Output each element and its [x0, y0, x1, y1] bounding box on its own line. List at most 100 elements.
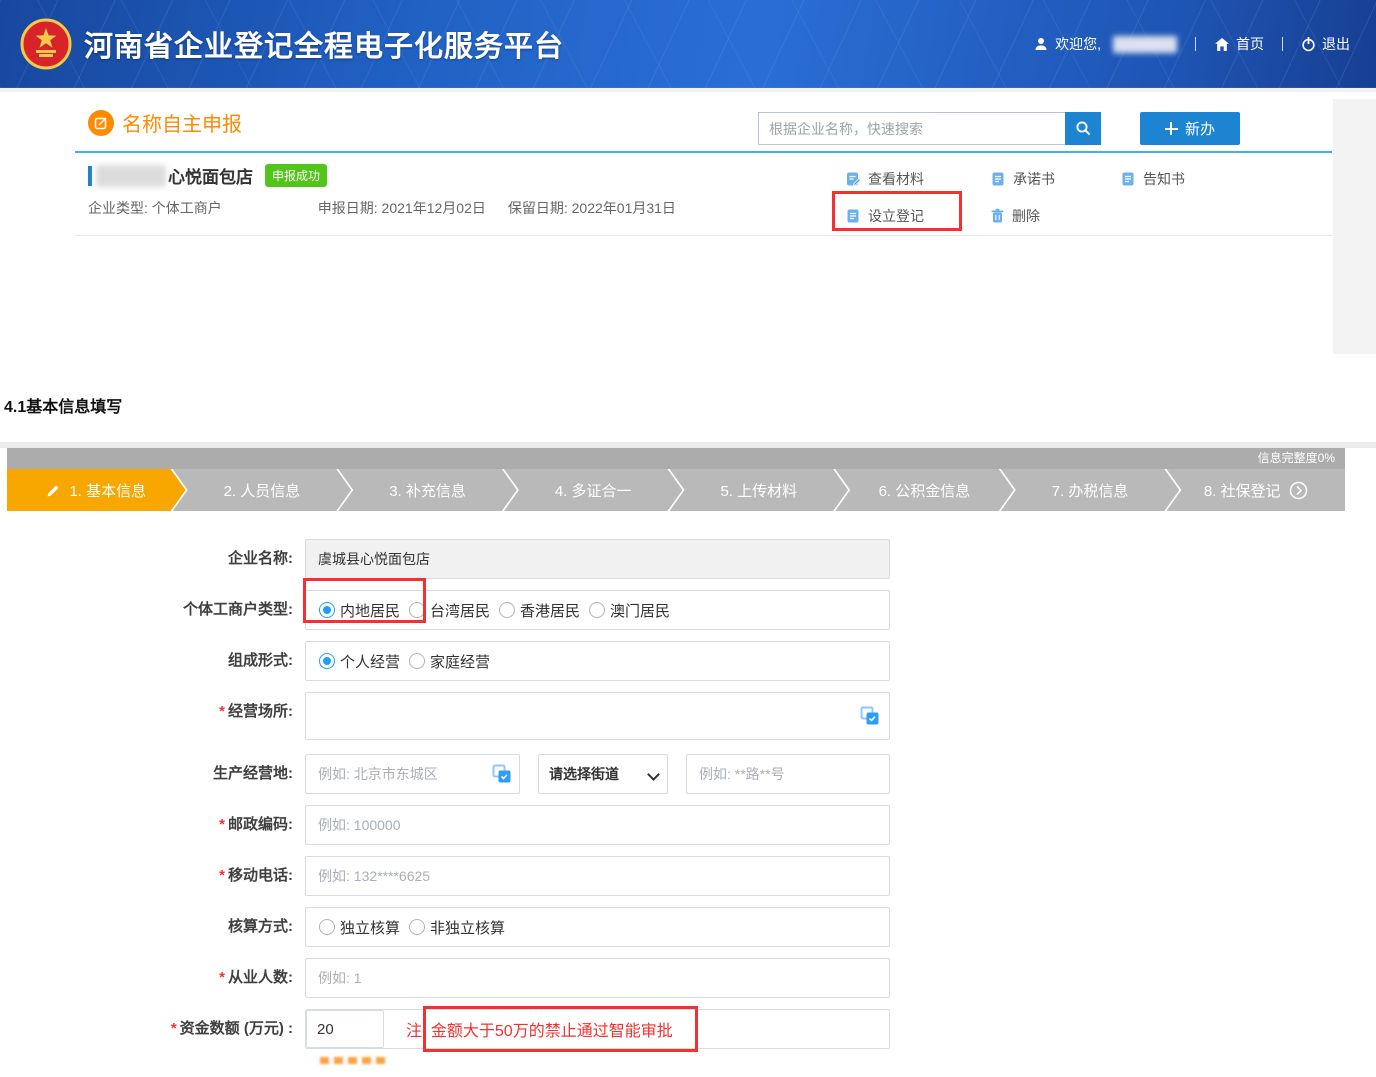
completeness-label: 信息完整度0%: [1258, 451, 1335, 465]
field-label: *移动电话:: [0, 856, 305, 896]
field-label: *邮政编码:: [0, 805, 305, 845]
view-materials-link[interactable]: 查看材料: [845, 169, 990, 189]
nav-logout-link[interactable]: 退出: [1301, 34, 1350, 54]
area-picker-icon[interactable]: [492, 764, 512, 784]
required-asterisk: *: [171, 1020, 177, 1037]
page-title: 河南省企业登记全程电子化服务平台: [84, 23, 564, 65]
declaration-item-header: 心悦面包店 申报成功: [88, 163, 327, 188]
new-application-button[interactable]: 新办: [1140, 112, 1240, 145]
redacted-name-prefix: [96, 165, 166, 187]
field-label: 组成形式:: [0, 641, 305, 681]
field-label: 核算方式:: [0, 907, 305, 947]
establish-register-link[interactable]: 设立登记: [845, 206, 990, 226]
field-business-place: *经营场所:: [0, 692, 1376, 740]
redacted-username: [1113, 36, 1177, 53]
step-basic-info[interactable]: 1. 基本信息: [7, 469, 186, 511]
app-header: 河南省企业登记全程电子化服务平台 欢迎您, 首页 退出: [0, 0, 1376, 88]
notification-letter-link[interactable]: 告知书: [1120, 169, 1185, 189]
cropped-content-remnant: [320, 1057, 388, 1064]
doc-icon: [990, 171, 1006, 187]
search-icon: [1075, 120, 1092, 137]
welcome-area: 欢迎您,: [1033, 34, 1177, 54]
required-asterisk: *: [219, 703, 225, 720]
radio-non-independent-accounting[interactable]: 非独立核算: [409, 917, 505, 938]
radio-taiwan-resident[interactable]: 台湾居民: [409, 600, 490, 621]
step-personnel-info[interactable]: 2. 人员信息: [173, 469, 352, 511]
field-label: *经营场所:: [0, 692, 305, 740]
street-select-wrapper: 请选择街道: [538, 754, 668, 794]
name-declaration-panel: 名称自主申报 新办 心悦面包店 申报成功 企业类型: 个体工商户 申报日期: 2…: [0, 88, 1376, 360]
delete-link[interactable]: 删除: [990, 206, 1120, 226]
status-badge: 申报成功: [265, 164, 327, 187]
field-accounting: 核算方式: 独立核算 非独立核算: [0, 907, 1376, 947]
field-composition: 组成形式: 个人经营 家庭经营: [0, 641, 1376, 681]
field-company-name: 企业名称:: [0, 539, 1376, 579]
field-postal-code: *邮政编码:: [0, 805, 1376, 845]
company-type: 企业类型: 个体工商户: [88, 198, 222, 218]
capital-field-box: 注: 金额大于50万的禁止通过智能审批: [305, 1009, 890, 1049]
retain-date: 保留日期: 2022年01月31日: [508, 198, 676, 218]
basic-info-form: 企业名称: 个体工商户类型: 内地居民 台湾居民 香港居民: [0, 539, 1376, 1049]
radio-icon: [589, 602, 605, 618]
household-type-radio-group: 内地居民 台湾居民 香港居民 澳门居民: [305, 590, 890, 630]
radio-icon: [499, 602, 515, 618]
user-icon: [1033, 36, 1049, 52]
street-select[interactable]: 请选择街道: [538, 754, 668, 794]
field-mobile-phone: *移动电话:: [0, 856, 1376, 896]
wizard-steps: 1. 基本信息 2. 人员信息 3. 补充信息 4. 多证合一 5. 上传材料 …: [7, 469, 1345, 511]
radio-icon: [409, 653, 425, 669]
field-label: 企业名称:: [0, 539, 305, 579]
radio-independent-accounting[interactable]: 独立核算: [319, 917, 400, 938]
radio-family-operation[interactable]: 家庭经营: [409, 651, 490, 672]
radio-macau-resident[interactable]: 澳门居民: [589, 600, 670, 621]
field-label: 生产经营地:: [0, 754, 305, 794]
step-supplement-info[interactable]: 3. 补充信息: [338, 469, 517, 511]
divider: [1195, 37, 1196, 51]
search-input[interactable]: [758, 112, 1065, 145]
address-picker-icon[interactable]: [860, 706, 880, 726]
step-social-security[interactable]: 8. 社保登记: [1166, 469, 1345, 511]
section-title: 名称自主申报: [88, 108, 242, 137]
business-place-input[interactable]: [305, 692, 890, 740]
step-multi-cert[interactable]: 4. 多证合一: [504, 469, 683, 511]
step-tax-info[interactable]: 7. 办税信息: [1001, 469, 1180, 511]
commitment-letter-link[interactable]: 承诺书: [990, 169, 1120, 189]
radio-icon: [319, 653, 335, 669]
home-icon: [1214, 37, 1230, 52]
doc-icon: [845, 208, 861, 224]
declare-edit-icon: [88, 110, 114, 136]
required-asterisk: *: [219, 816, 225, 833]
radio-individual-operation[interactable]: 个人经营: [319, 651, 400, 672]
production-area-input[interactable]: [305, 754, 520, 794]
registration-wizard: 信息完整度0% 1. 基本信息 2. 人员信息 3. 补充信息 4. 多证合一 …: [0, 442, 1376, 511]
completeness-bar: 信息完整度0%: [7, 448, 1345, 469]
page-side-gutter: [1333, 99, 1376, 354]
search-button[interactable]: [1065, 112, 1101, 145]
header-user-area: 欢迎您, 首页 退出: [1033, 34, 1350, 54]
step-upload-materials[interactable]: 5. 上传材料: [670, 469, 849, 511]
field-label: 个体工商户类型:: [0, 590, 305, 630]
nav-home-link[interactable]: 首页: [1214, 34, 1264, 54]
field-employees: *从业人数:: [0, 958, 1376, 998]
detail-address-input[interactable]: [686, 754, 890, 794]
capital-warning-note: 注: 金额大于50万的禁止通过智能审批: [406, 1017, 673, 1041]
mobile-phone-input[interactable]: [305, 856, 890, 896]
declaration-item-meta: 企业类型: 个体工商户 申报日期: 2021年12月02日 保留日期: 2022…: [88, 198, 676, 218]
radio-mainland-resident[interactable]: 内地居民: [319, 600, 400, 621]
capital-input[interactable]: [306, 1010, 384, 1048]
radio-hongkong-resident[interactable]: 香港居民: [499, 600, 580, 621]
doc-icon: [1120, 171, 1136, 187]
field-household-type: 个体工商户类型: 内地居民 台湾居民 香港居民 澳门居民: [0, 590, 1376, 630]
postal-code-input[interactable]: [305, 805, 890, 845]
field-capital: *资金数额 (万元) : 注: 金额大于50万的禁止通过智能审批: [0, 1009, 1376, 1049]
pencil-icon: [46, 483, 61, 498]
trash-icon: [990, 208, 1005, 224]
radio-icon: [409, 602, 425, 618]
employees-input[interactable]: [305, 958, 890, 998]
item-actions: 查看材料 承诺书 告知书 设立登记: [845, 169, 1185, 226]
chevron-right-circle-icon: [1289, 481, 1308, 500]
field-label: *从业人数:: [0, 958, 305, 998]
step-housing-fund[interactable]: 6. 公积金信息: [835, 469, 1014, 511]
doc-edit-icon: [845, 171, 861, 187]
company-name-input[interactable]: [305, 539, 890, 579]
